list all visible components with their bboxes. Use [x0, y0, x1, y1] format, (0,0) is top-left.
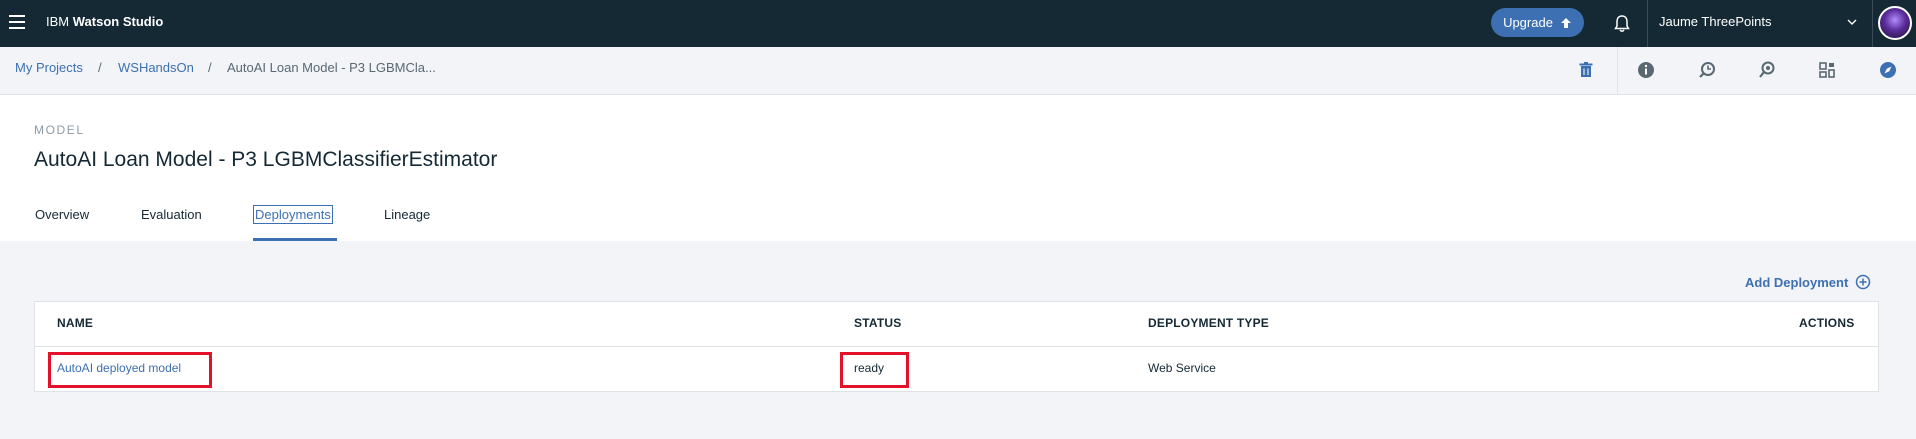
notification-bell-icon[interactable]	[1611, 13, 1633, 35]
top-navigation-bar: IBM Watson Studio Upgrade Jaume ThreePoi…	[0, 0, 1916, 47]
breadcrumb-separator: /	[98, 60, 102, 75]
column-header-status[interactable]: STATUS	[854, 316, 901, 330]
table-row[interactable]: AutoAI deployed model ready Web Service	[35, 347, 1878, 392]
avatar[interactable]	[1878, 6, 1912, 40]
breadcrumb-project[interactable]: WSHandsOn	[118, 60, 194, 75]
topbar-divider	[1647, 0, 1648, 47]
grid-icon[interactable]	[1817, 60, 1837, 80]
annotation-highlight-status	[840, 352, 909, 388]
upgrade-button[interactable]: Upgrade	[1491, 8, 1584, 37]
breadcrumb-current-model: AutoAI Loan Model - P3 LGBMCla...	[227, 60, 436, 75]
brand-name: Watson Studio	[72, 14, 164, 29]
history-icon[interactable]	[1697, 60, 1717, 80]
find-icon[interactable]	[1757, 60, 1777, 80]
brand-prefix: IBM	[46, 14, 70, 29]
model-header: MODEL AutoAI Loan Model - P3 LGBMClassif…	[0, 95, 1916, 241]
trash-icon[interactable]	[1576, 60, 1596, 80]
column-header-actions: ACTIONS	[1799, 316, 1855, 330]
compass-icon[interactable]	[1878, 60, 1898, 80]
annotation-highlight-name	[48, 352, 212, 388]
tab-overview[interactable]: Overview	[35, 207, 89, 222]
active-tab-indicator	[253, 238, 337, 241]
tab-deployments[interactable]: Deployments	[253, 205, 333, 224]
chevron-down-icon[interactable]	[1846, 16, 1858, 28]
upgrade-label: Upgrade	[1503, 15, 1553, 30]
deployments-table: NAME STATUS DEPLOYMENT TYPE ACTIONS Auto…	[34, 301, 1879, 392]
deployment-type: Web Service	[1148, 361, 1216, 375]
tab-lineage[interactable]: Lineage	[384, 207, 430, 222]
column-header-name[interactable]: NAME	[57, 316, 93, 330]
add-deployment-button[interactable]: Add Deployment	[1745, 274, 1871, 290]
add-deployment-label: Add Deployment	[1745, 274, 1849, 290]
breadcrumb-separator: /	[208, 60, 212, 75]
asset-kind-label: MODEL	[34, 123, 85, 137]
breadcrumb-bar: My Projects / WSHandsOn / AutoAI Loan Mo…	[0, 47, 1916, 95]
info-icon[interactable]	[1636, 60, 1656, 80]
page-title: AutoAI Loan Model - P3 LGBMClassifierEst…	[34, 148, 498, 171]
breadcrumb-my-projects[interactable]: My Projects	[15, 60, 83, 75]
add-circle-icon	[1856, 274, 1871, 290]
product-brand[interactable]: IBM Watson Studio	[46, 14, 163, 29]
tab-evaluation[interactable]: Evaluation	[141, 207, 202, 222]
user-menu-name[interactable]: Jaume ThreePoints	[1659, 14, 1772, 29]
hamburger-menu-icon[interactable]	[9, 15, 25, 29]
table-header: NAME STATUS DEPLOYMENT TYPE ACTIONS	[35, 302, 1878, 347]
upload-arrow-icon	[1560, 17, 1571, 28]
toolbar-divider	[1617, 47, 1618, 95]
topbar-divider	[1872, 0, 1873, 47]
column-header-deployment-type[interactable]: DEPLOYMENT TYPE	[1148, 316, 1269, 330]
